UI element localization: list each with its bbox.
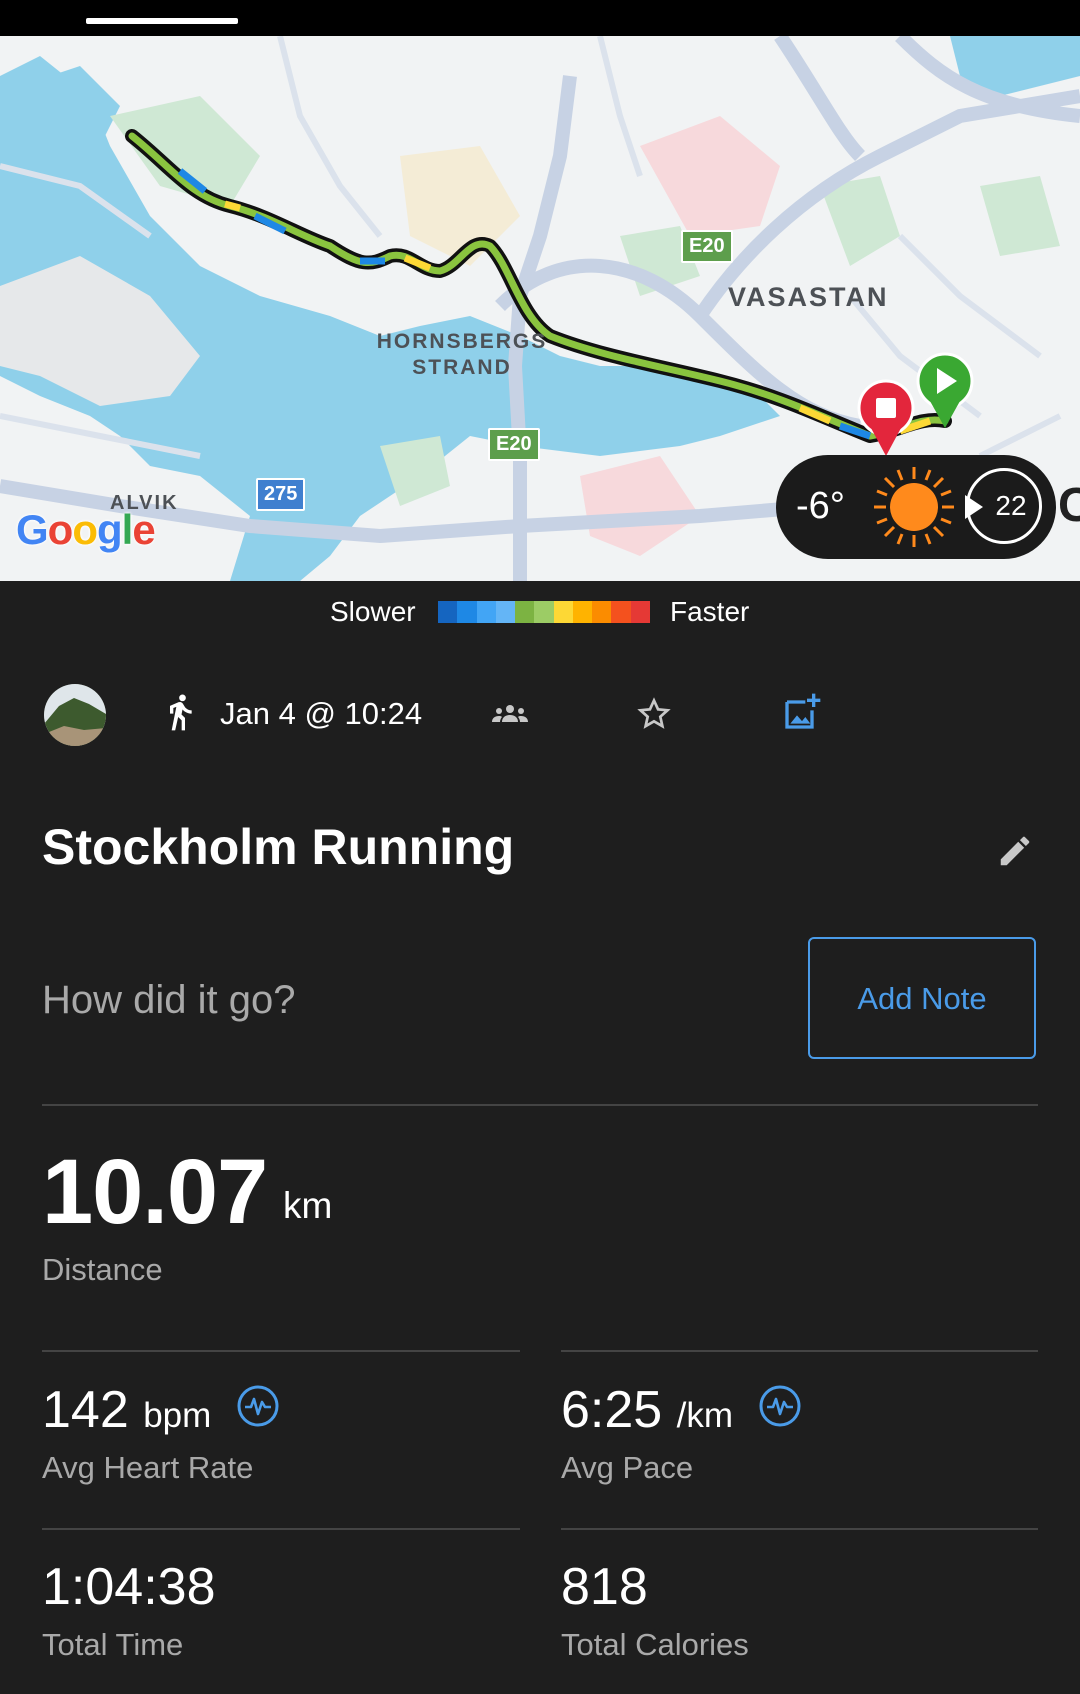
heart-rate-unit: bpm (143, 1396, 212, 1435)
total-time-label: Total Time (42, 1627, 184, 1662)
heart-rate-number: 142 (42, 1381, 129, 1439)
avg-heart-rate-label: Avg Heart Rate (42, 1450, 254, 1485)
note-prompt: How did it go? (42, 978, 296, 1022)
pace-color-swatch (495, 601, 516, 623)
pace-color-swatch (515, 601, 535, 623)
weather-badge[interactable]: -6° 22 (776, 455, 1056, 559)
pace-chart-icon[interactable] (758, 1384, 802, 1428)
road-shield-275: 275 (256, 478, 306, 511)
pace-color-swatch (611, 601, 631, 623)
cut-off-text: C (1058, 479, 1080, 532)
total-calories-value: 818 (561, 1558, 648, 1616)
heart-rate-chart-icon[interactable] (236, 1384, 280, 1428)
add-note-button[interactable]: Add Note (808, 937, 1036, 1059)
group-icon[interactable] (492, 702, 528, 726)
pace-color-swatch (457, 601, 477, 623)
add-photo-icon[interactable] (782, 692, 822, 732)
divider (561, 1528, 1038, 1530)
divider (42, 1528, 520, 1530)
legend-faster-label: Faster (670, 596, 750, 627)
temperature: -6° (796, 485, 845, 527)
divider (42, 1350, 520, 1352)
activity-date: Jan 4 @ 10:24 (220, 696, 423, 731)
distance-value: 10.07 (42, 1141, 268, 1243)
pace-color-swatch (438, 601, 458, 623)
distance-unit: km (283, 1185, 333, 1226)
pace-legend: Slower Faster (0, 596, 1080, 636)
map-label-strand: STRAND (412, 356, 512, 379)
pace-color-swatch (476, 601, 496, 623)
avatar[interactable] (44, 684, 106, 746)
pace-number: 6:25 (561, 1381, 663, 1439)
pace-color-swatch (592, 601, 612, 623)
distance-label: Distance (42, 1252, 163, 1287)
road-shield-e20: E20 (681, 230, 733, 263)
google-logo: Google (16, 506, 156, 553)
divider (561, 1350, 1038, 1352)
edit-pencil-icon[interactable] (996, 832, 1034, 870)
wind-speed: 22 (995, 490, 1027, 521)
map-label-hornsbergs: HORNSBERGS (376, 330, 548, 353)
avg-pace-label: Avg Pace (561, 1450, 694, 1485)
active-tab-indicator (86, 18, 238, 24)
divider (42, 1104, 1038, 1106)
activity-meta-row: Jan 4 @ 10:24 (0, 680, 1080, 760)
status-bar (0, 0, 1080, 36)
total-time-value: 1:04:38 (42, 1558, 216, 1616)
sun-icon (874, 467, 954, 547)
activity-title: Stockholm Running (42, 819, 515, 875)
star-icon[interactable] (636, 696, 672, 732)
pace-color-swatch (534, 601, 554, 623)
running-icon (170, 694, 192, 731)
total-calories-label: Total Calories (561, 1627, 749, 1662)
map-label-vasastan: VASASTAN (728, 282, 889, 312)
finish-marker-icon (857, 379, 915, 456)
pace-color-swatch (630, 601, 650, 623)
avg-pace-value: 6:25 /km (561, 1380, 733, 1440)
wind-indicator: 22 (965, 468, 1042, 544)
pace-unit: /km (676, 1396, 734, 1435)
pace-color-swatch (572, 601, 593, 623)
legend-slower-label: Slower (330, 596, 416, 627)
pace-color-swatch (553, 601, 573, 623)
road-shield-e20: E20 (488, 428, 540, 461)
pace-color-scale (438, 601, 650, 623)
avg-heart-rate-value: 142 bpm (42, 1380, 211, 1440)
